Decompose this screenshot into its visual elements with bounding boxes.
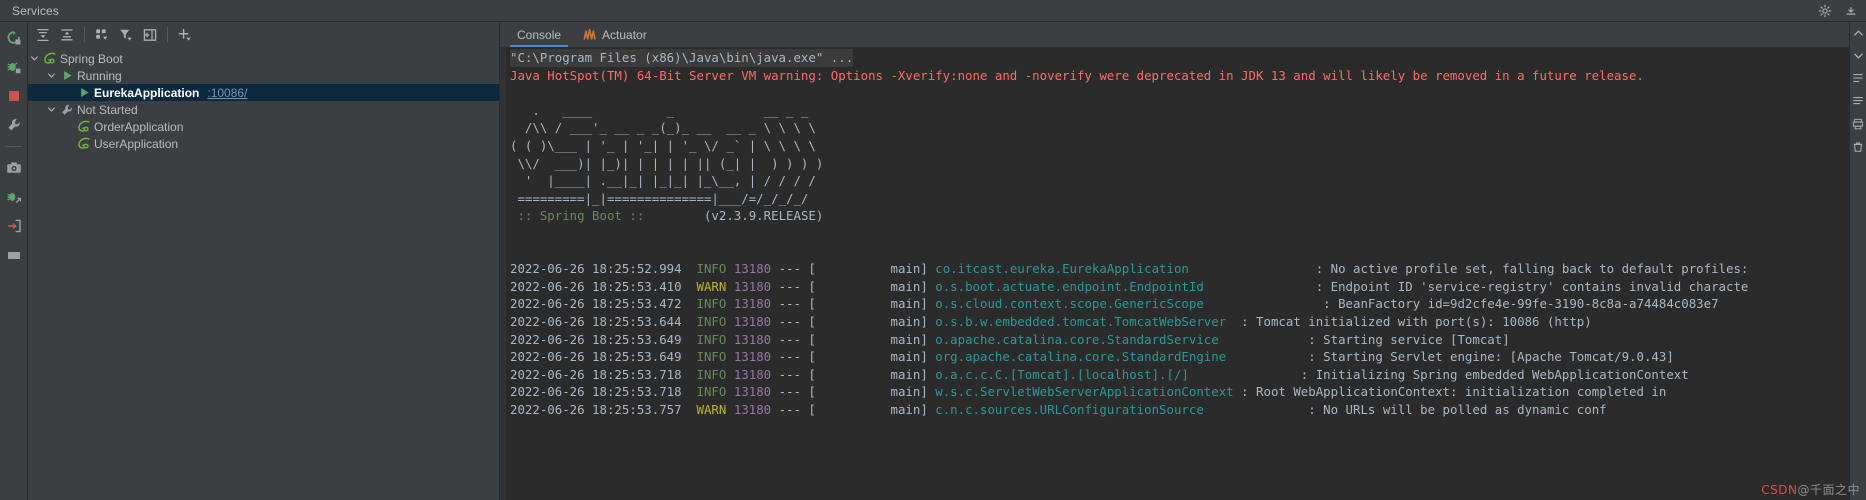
- services-tree-panel: Spring Boot Running EurekaApplication:1…: [28, 22, 500, 500]
- tool-window-body: Spring Boot Running EurekaApplication:1…: [0, 22, 1866, 500]
- actuator-icon: [583, 28, 597, 41]
- tree-node-user-application[interactable]: UserApplication: [28, 135, 499, 152]
- console-blank-3: [510, 244, 517, 259]
- console-blank: [510, 85, 517, 100]
- run-green-icon: [58, 69, 76, 82]
- log-row: 2022-06-26 18:25:53.410 WARN 13180 --- […: [510, 278, 1749, 294]
- spring-banner-title: :: Spring Boot ::: [510, 208, 652, 224]
- toolbar-divider-2: [167, 27, 168, 42]
- plus-icon[interactable]: [174, 24, 196, 46]
- tree-node-not-started[interactable]: Not Started: [28, 101, 499, 118]
- chevron-down-icon[interactable]: [45, 71, 58, 80]
- spring-banner-line-0: . ____ _ __ _ _: [510, 102, 809, 118]
- console-tabs: Console Actuator: [500, 22, 1849, 47]
- tree-node-eureka-application[interactable]: EurekaApplication :10086/: [28, 84, 499, 101]
- spring-banner-line-4: ' |____| .__|_| |_|_| |_\__, | / / / /: [510, 173, 816, 189]
- group-by-icon[interactable]: [91, 24, 113, 46]
- run-actions-rail: [0, 22, 28, 500]
- exit-icon[interactable]: [4, 216, 24, 236]
- tree-node-label: EurekaApplication: [94, 85, 200, 100]
- tree-node-label: OrderApplication: [94, 119, 184, 134]
- soft-wrap-icon[interactable]: [1852, 72, 1864, 84]
- scroll-to-end-icon[interactable]: [1852, 95, 1864, 107]
- console-actions-rail: [1849, 22, 1866, 500]
- console-jvm-warning: Java HotSpot(TM) 64-Bit Server VM warnin…: [510, 67, 1644, 83]
- tab-label: Console: [517, 27, 562, 42]
- log-row: 2022-06-26 18:25:53.718 INFO 13180 --- […: [510, 366, 1689, 382]
- settings-wrench-icon[interactable]: [4, 115, 24, 135]
- collapse-all-icon[interactable]: [56, 24, 78, 46]
- spring-banner-line-2: ( ( )\___ | '_ | '_| | '_ \/ _` | \ \ \ …: [510, 137, 816, 153]
- log-row: 2022-06-26 18:25:52.994 INFO 13180 --- […: [510, 261, 1749, 277]
- camera-icon[interactable]: [4, 158, 24, 178]
- spring-banner-version: (v2.3.9.RELEASE): [651, 208, 824, 224]
- rerun-icon[interactable]: [4, 28, 24, 48]
- page-title: Services: [12, 3, 59, 18]
- stop-icon[interactable]: [4, 86, 24, 106]
- log-row: 2022-06-26 18:25:53.649 INFO 13180 --- […: [510, 349, 1674, 365]
- tool-window-header: Services: [0, 0, 1866, 22]
- tool-window-header-actions: [1818, 0, 1858, 21]
- services-tool-window: Services Spring Boot Running EurekaAppli…: [0, 0, 1866, 500]
- spring-banner-line-1: /\\ / ___'_ __ _ _(_)_ __ __ _ \ \ \ \: [510, 120, 816, 136]
- tab-actuator[interactable]: Actuator: [572, 22, 658, 47]
- tree-node-label: Not Started: [77, 102, 138, 117]
- tree-node-label: UserApplication: [94, 136, 179, 151]
- spring-boot-icon: [75, 137, 93, 151]
- chevron-down-icon[interactable]: [45, 105, 58, 114]
- add-frame-icon[interactable]: [139, 24, 161, 46]
- tree-node-spring-boot[interactable]: Spring Boot: [28, 50, 499, 67]
- tree-node-order-application[interactable]: OrderApplication: [28, 118, 499, 135]
- watermark: CSDN@千面之中: [1761, 481, 1860, 498]
- spring-boot-icon: [41, 52, 59, 66]
- scroll-up-icon[interactable]: [1853, 28, 1864, 39]
- tree-node-label: Spring Boot: [60, 51, 123, 66]
- watermark-prefix: CSDN: [1761, 483, 1798, 497]
- services-tree[interactable]: Spring Boot Running EurekaApplication:1…: [28, 47, 499, 500]
- debug-icon[interactable]: [4, 57, 24, 77]
- console-command-line: "C:\Program Files (x86)\Java\bin\java.ex…: [510, 49, 854, 67]
- minimize-icon[interactable]: [1844, 4, 1858, 18]
- tab-console[interactable]: Console: [506, 22, 572, 47]
- expand-all-icon[interactable]: [32, 24, 54, 46]
- log-row: 2022-06-26 18:25:53.644 INFO 13180 --- […: [510, 313, 1592, 329]
- spring-banner-line-5: =========|_|==============|___/=/_/_/_/: [510, 190, 809, 206]
- console-blank-2: [510, 226, 517, 241]
- tree-node-label: Running: [77, 68, 122, 83]
- print-icon[interactable]: [1852, 118, 1864, 130]
- service-url-link[interactable]: :10086/: [207, 86, 247, 100]
- console-output[interactable]: "C:\Program Files (x86)\Java\bin\java.ex…: [506, 47, 1849, 500]
- rail-divider: [5, 146, 22, 147]
- gear-icon[interactable]: [1818, 4, 1832, 18]
- console-output-wrap: "C:\Program Files (x86)\Java\bin\java.ex…: [500, 47, 1849, 500]
- scroll-down-icon[interactable]: [1853, 50, 1864, 61]
- log-row: 2022-06-26 18:25:53.718 INFO 13180 --- […: [510, 384, 1667, 400]
- watermark-suffix: @千面之中: [1797, 483, 1860, 497]
- log-row: 2022-06-26 18:25:53.472 INFO 13180 --- […: [510, 296, 1719, 312]
- tree-node-running[interactable]: Running: [28, 67, 499, 84]
- wrench-icon: [58, 103, 76, 117]
- delete-icon[interactable]: [1852, 141, 1864, 153]
- console-panel: Console Actuator "C:\Program Files (x86)…: [500, 22, 1849, 500]
- spring-boot-icon: [75, 120, 93, 134]
- attach-debugger-icon[interactable]: [4, 187, 24, 207]
- toolbar-divider: [84, 27, 85, 42]
- log-row: 2022-06-26 18:25:53.649 INFO 13180 --- […: [510, 331, 1510, 347]
- chevron-down-icon[interactable]: [28, 54, 41, 63]
- services-tree-toolbar: [28, 22, 499, 47]
- filter-icon[interactable]: [115, 24, 137, 46]
- layout-icon[interactable]: [4, 245, 24, 265]
- run-green-icon: [75, 86, 93, 99]
- spring-banner-line-3: \\/ ___)| |_)| | | | | || (_| | ) ) ) ): [510, 155, 824, 171]
- tab-label: Actuator: [602, 27, 647, 42]
- log-row: 2022-06-26 18:25:53.757 WARN 13180 --- […: [510, 401, 1607, 417]
